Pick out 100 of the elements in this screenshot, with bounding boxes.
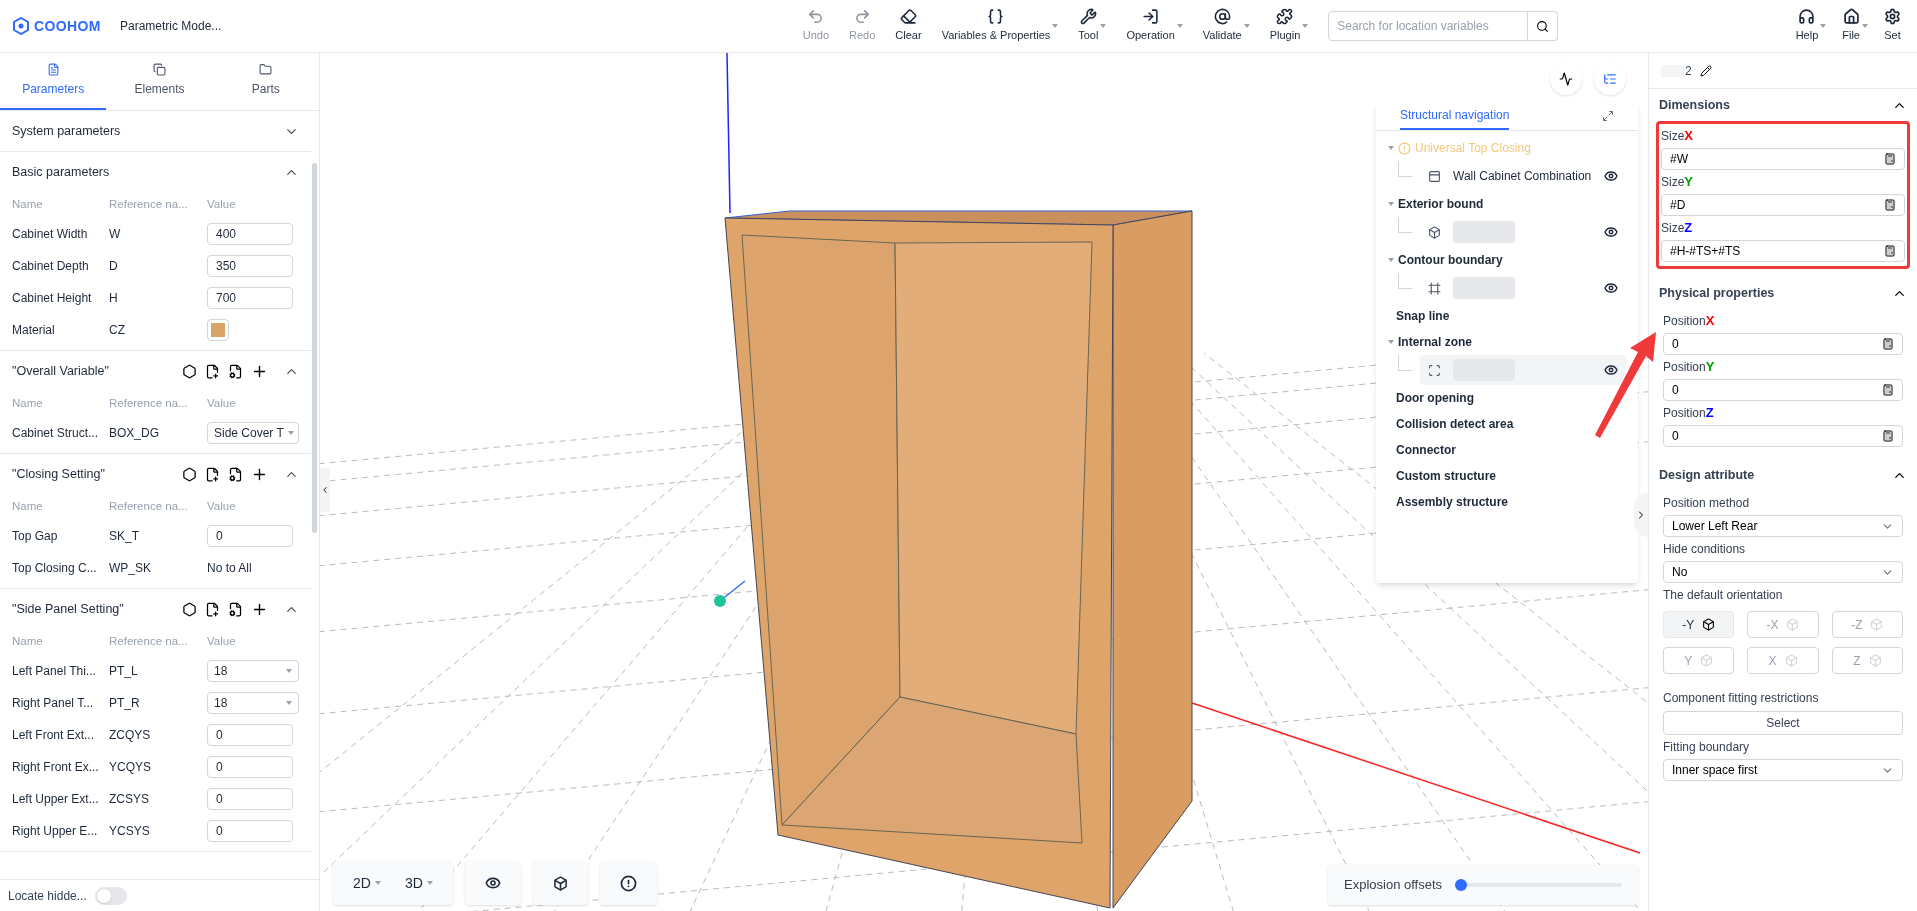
formula-field[interactable]: 0 bbox=[1663, 379, 1903, 401]
value-field[interactable]: 0 bbox=[207, 820, 293, 842]
cabinet-drawing[interactable] bbox=[724, 210, 1193, 909]
eye-icon[interactable] bbox=[1604, 225, 1618, 239]
toolbar-button[interactable]: Variables & Properties bbox=[933, 4, 1067, 48]
toolbar-button[interactable]: Set bbox=[1880, 8, 1905, 44]
formula-field[interactable]: #D bbox=[1661, 194, 1905, 216]
search-button[interactable] bbox=[1528, 11, 1559, 41]
cube-icon bbox=[1702, 618, 1716, 631]
panel-tab[interactable]: Parameters bbox=[0, 53, 107, 110]
file-gear-icon[interactable] bbox=[228, 601, 243, 617]
dropdown-field[interactable]: Lower Left Rear bbox=[1663, 515, 1903, 537]
panel-tab[interactable]: Elements bbox=[106, 53, 213, 110]
value-field[interactable]: 400 bbox=[207, 223, 293, 245]
calculator-icon[interactable] bbox=[1882, 384, 1894, 396]
eraser-icon bbox=[899, 8, 917, 26]
edit-icon[interactable] bbox=[1699, 64, 1712, 77]
value-dropdown[interactable]: 18 bbox=[207, 660, 299, 682]
panel-tab[interactable]: Parts bbox=[212, 53, 319, 110]
file-plus-icon[interactable] bbox=[205, 601, 220, 617]
toolbar-button[interactable]: Tool bbox=[1070, 4, 1115, 48]
toolbar-button[interactable]: Validate bbox=[1194, 4, 1258, 48]
field-label: PositionX bbox=[1663, 311, 1715, 330]
field-label: Fitting boundary bbox=[1663, 739, 1750, 756]
at-sign-icon bbox=[1213, 8, 1231, 26]
tree-item[interactable]: Custom structure bbox=[1396, 467, 1496, 485]
file-plus-icon[interactable] bbox=[205, 363, 220, 379]
cube-icon bbox=[552, 875, 568, 891]
select-button[interactable]: Select bbox=[1663, 711, 1903, 735]
formula-field[interactable]: #W bbox=[1661, 148, 1905, 170]
explosion-slider[interactable] bbox=[1458, 879, 1622, 891]
value-field[interactable]: 700 bbox=[207, 287, 293, 309]
value-dropdown[interactable]: Side Cover T bbox=[207, 422, 299, 444]
view-menu-button[interactable]: 2D bbox=[341, 872, 393, 894]
caret-icon[interactable] bbox=[1388, 340, 1394, 344]
toolbar-button[interactable]: Clear bbox=[887, 4, 930, 48]
dropdown-field[interactable]: Inner space first bbox=[1663, 759, 1903, 781]
formula-field[interactable]: 0 bbox=[1663, 333, 1903, 355]
pivot-handle[interactable] bbox=[714, 580, 746, 607]
dropdown-field[interactable]: No bbox=[1663, 561, 1903, 583]
value-field[interactable]: 350 bbox=[207, 255, 293, 277]
tree-item[interactable]: Internal zone bbox=[1398, 333, 1472, 351]
value-field[interactable]: 0 bbox=[207, 756, 293, 778]
collapse-handle[interactable] bbox=[1634, 493, 1648, 537]
copy-icon bbox=[153, 63, 166, 76]
panel-tab[interactable]: Structural navigation bbox=[1400, 101, 1510, 130]
eye-icon[interactable] bbox=[1604, 169, 1618, 183]
calculator-icon[interactable] bbox=[1882, 430, 1894, 442]
parameter-name: Top Closing C... bbox=[12, 560, 98, 577]
value-field[interactable]: 0 bbox=[207, 724, 293, 746]
chart-button[interactable] bbox=[1550, 63, 1582, 95]
section-title: Dimensions bbox=[1659, 96, 1731, 114]
toggle-switch[interactable] bbox=[94, 886, 127, 905]
tree-node[interactable]: Wall Cabinet Combination bbox=[1420, 161, 1626, 191]
tree-item[interactable]: Connector bbox=[1396, 441, 1456, 459]
tree-item[interactable]: Collision detect area bbox=[1396, 415, 1514, 433]
tree-item[interactable]: Snap line bbox=[1396, 307, 1450, 325]
toolbar-button[interactable]: Operation bbox=[1118, 4, 1191, 48]
calculator-icon[interactable] bbox=[1884, 199, 1896, 211]
orientation-button[interactable]: -Y bbox=[1663, 611, 1735, 638]
field-label: PositionZ bbox=[1663, 403, 1714, 422]
parameter-name: Right Upper E... bbox=[12, 823, 99, 840]
hexagon-icon[interactable] bbox=[182, 466, 197, 482]
parameter-name: Left Front Ext... bbox=[12, 727, 96, 744]
calculator-icon[interactable] bbox=[1884, 245, 1896, 257]
tree-item[interactable]: Assembly structure bbox=[1396, 493, 1509, 511]
tree-button[interactable] bbox=[1594, 63, 1626, 95]
toolbar-button[interactable]: File bbox=[1838, 8, 1872, 44]
caret-icon[interactable] bbox=[1388, 146, 1394, 150]
tree-item[interactable]: Exterior bound bbox=[1398, 195, 1484, 213]
caret-icon[interactable] bbox=[1388, 258, 1394, 262]
file-plus-icon[interactable] bbox=[205, 466, 220, 482]
value-field[interactable]: 0 bbox=[207, 525, 293, 547]
caret-icon[interactable] bbox=[1388, 202, 1394, 206]
column-header: Value bbox=[207, 197, 236, 213]
collapse-handle[interactable] bbox=[320, 468, 330, 512]
toolbar-button[interactable]: Help bbox=[1791, 8, 1831, 44]
column-header: Name bbox=[12, 197, 44, 213]
parameter-name: Cabinet Depth bbox=[12, 258, 90, 275]
value-field[interactable]: 0 bbox=[207, 788, 293, 810]
tree-item[interactable]: Contour boundary bbox=[1398, 251, 1503, 269]
search-field[interactable]: Search for location variables bbox=[1328, 11, 1529, 41]
tree-node[interactable] bbox=[1420, 355, 1626, 385]
eye-icon[interactable] bbox=[1604, 363, 1618, 377]
value-dropdown[interactable]: 18 bbox=[207, 692, 299, 714]
expand-icon[interactable] bbox=[1602, 109, 1614, 122]
formula-field[interactable]: #H-#TS+#TS bbox=[1661, 240, 1905, 262]
eye-icon[interactable] bbox=[1604, 281, 1618, 295]
calculator-icon[interactable] bbox=[1882, 338, 1894, 350]
file-gear-icon[interactable] bbox=[228, 363, 243, 379]
toolbar-button[interactable]: Plugin bbox=[1261, 4, 1317, 48]
material-swatch[interactable] bbox=[207, 319, 229, 341]
formula-field[interactable]: 0 bbox=[1663, 425, 1903, 447]
hexagon-icon[interactable] bbox=[182, 601, 197, 617]
calculator-icon[interactable] bbox=[1884, 153, 1896, 165]
hexagon-icon[interactable] bbox=[182, 363, 197, 379]
view-menu-button[interactable]: 3D bbox=[392, 872, 445, 894]
alert-icon bbox=[619, 874, 637, 892]
file-gear-icon[interactable] bbox=[228, 466, 243, 482]
tree-item[interactable]: Door opening bbox=[1396, 389, 1474, 407]
